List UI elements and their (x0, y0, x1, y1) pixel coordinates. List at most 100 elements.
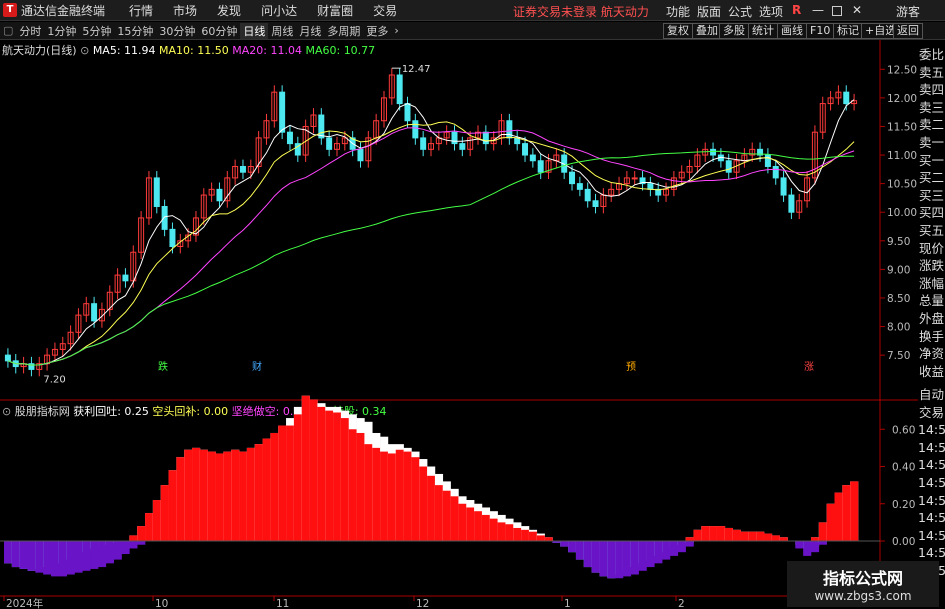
candle-body (631, 177, 638, 180)
period-1min[interactable]: 1分钟 (44, 23, 79, 39)
menu-function[interactable]: 功能 (666, 3, 690, 20)
mark-button[interactable]: 标记 (833, 23, 863, 39)
indicator-bar-purple (560, 541, 569, 547)
menu-market[interactable]: 市场 (163, 2, 207, 19)
candle-body (106, 291, 113, 310)
indicator-name[interactable]: 股朋指标网 (15, 405, 70, 418)
indicator-bar-white (137, 526, 146, 541)
maximize-icon[interactable] (832, 6, 842, 16)
indicator-bar-white (701, 526, 710, 541)
menu-wealth[interactable]: 财富圈 (307, 2, 363, 19)
indicator-bar-red (168, 470, 177, 541)
candle-body (545, 160, 552, 173)
stats-button[interactable]: 统计 (748, 23, 778, 39)
period-monthly[interactable]: 月线 (296, 23, 324, 39)
indicator-bar-white (709, 526, 718, 541)
draw-button[interactable]: 画线 (777, 23, 807, 39)
f10-button[interactable]: F10 (806, 23, 835, 39)
indicator-bar-red (466, 507, 475, 541)
candle-body (764, 154, 771, 167)
indicator-bar-red (724, 527, 733, 541)
settings-icon[interactable]: ⊙ (80, 44, 89, 57)
candle-body (686, 165, 693, 173)
indicator-bar-cyan (35, 541, 44, 569)
menu-formula[interactable]: 公式 (728, 3, 752, 20)
candle-body (326, 137, 333, 150)
period-more[interactable]: 更多 (363, 23, 391, 39)
book-12: 涨跌 (918, 258, 944, 274)
period-weekly[interactable]: 周线 (268, 23, 296, 39)
candle-body (623, 177, 630, 185)
menu-layout[interactable]: 版面 (697, 3, 721, 20)
minimize-icon[interactable]: — (812, 3, 824, 17)
candle-body (44, 354, 51, 365)
candle-body (435, 137, 442, 145)
indicator-bar-red (544, 537, 553, 541)
candle-body (710, 148, 717, 156)
multi-stock-button[interactable]: 多股 (719, 23, 749, 39)
indicator-bar-white (756, 531, 765, 541)
menu-quotes[interactable]: 行情 (119, 2, 163, 19)
candle-body (639, 177, 646, 185)
period-timeshare[interactable]: 分时 (16, 23, 44, 39)
period-15min[interactable]: 15分钟 (114, 23, 156, 39)
candle-body (271, 91, 278, 122)
indicator-bar-cyan (591, 541, 600, 573)
candle-body (616, 183, 623, 190)
stock-title[interactable]: 航天动力(日线) (2, 44, 77, 57)
indicator-bar-red (826, 503, 835, 541)
indicator-bar-white (348, 414, 357, 541)
close-icon[interactable]: ✕ (852, 3, 862, 17)
back-button[interactable]: 返回 (893, 23, 923, 39)
panel-toggle-icon[interactable]: ▢ (0, 24, 16, 37)
indicator-bar-white (732, 529, 741, 541)
indicator-bar-purple (654, 541, 663, 564)
chart-svg[interactable]: 12.5012.0011.5011.0010.5010.009.509.008.… (0, 0, 945, 609)
indicator-tick-label: 0.60 (892, 424, 915, 436)
login-warning[interactable]: 证券交易未登录 航天动力 (513, 3, 649, 20)
indicator-bar-white (145, 513, 154, 541)
user-label[interactable]: 游客 (896, 3, 920, 20)
order-book-panel: 委比 卖五 卖四 卖三 卖二 卖一 买一 买二 买三 买四 买五 现价 涨跌 涨幅 总量 外盘 换手 净资 收益 (918, 46, 945, 380)
period-5min[interactable]: 5分钟 (79, 23, 114, 39)
indicator-bar-red (176, 457, 185, 541)
candle-body (294, 143, 301, 156)
settings-icon[interactable]: ⊙ (2, 405, 11, 418)
indicator-bar-white (278, 425, 287, 541)
candle-body (694, 154, 701, 167)
candle-body (122, 274, 129, 282)
period-multi[interactable]: 多周期 (324, 23, 363, 39)
r-icon[interactable]: R (792, 3, 801, 17)
indicator-bar-purple (568, 541, 577, 553)
indicator-bar-purple (35, 541, 44, 573)
period-30min[interactable]: 30分钟 (156, 23, 198, 39)
indicator-bar-white (489, 511, 498, 541)
price-tick-label: 12.00 (887, 93, 917, 105)
indicator-bar-red (834, 492, 843, 541)
adjust-button[interactable]: 复权 (663, 23, 693, 39)
period-daily[interactable]: 日线 (240, 22, 269, 39)
ma60-line (7, 150, 855, 366)
menu-discover[interactable]: 发现 (207, 2, 251, 19)
candle-body (357, 148, 364, 162)
book-10: 买五 (918, 222, 944, 238)
indicator-bar-red (427, 475, 436, 541)
menu-trade[interactable]: 交易 (363, 2, 407, 19)
menu-ask[interactable]: 问小达 (251, 2, 307, 19)
indicator-bar-red (356, 432, 365, 541)
indicator-bar-red (450, 496, 459, 541)
indicator-bar-red (763, 533, 773, 541)
date-tick-label: 2024年 (6, 597, 43, 609)
period-60min[interactable]: 60分钟 (198, 23, 240, 39)
overlay-button[interactable]: 叠加 (692, 23, 722, 39)
indicator-bar-cyan (662, 541, 671, 553)
menu-options[interactable]: 选项 (759, 3, 783, 20)
indicator-bar-red (246, 447, 256, 541)
book-15: 外盘 (918, 310, 944, 326)
indicator-bar-white (387, 444, 397, 541)
chevron-right-icon[interactable]: › (391, 24, 401, 37)
indicator-bar-cyan (568, 541, 577, 553)
watermark-url: www.zbgs3.com (814, 589, 912, 603)
candle-body (733, 160, 740, 173)
candle-body (553, 154, 560, 162)
